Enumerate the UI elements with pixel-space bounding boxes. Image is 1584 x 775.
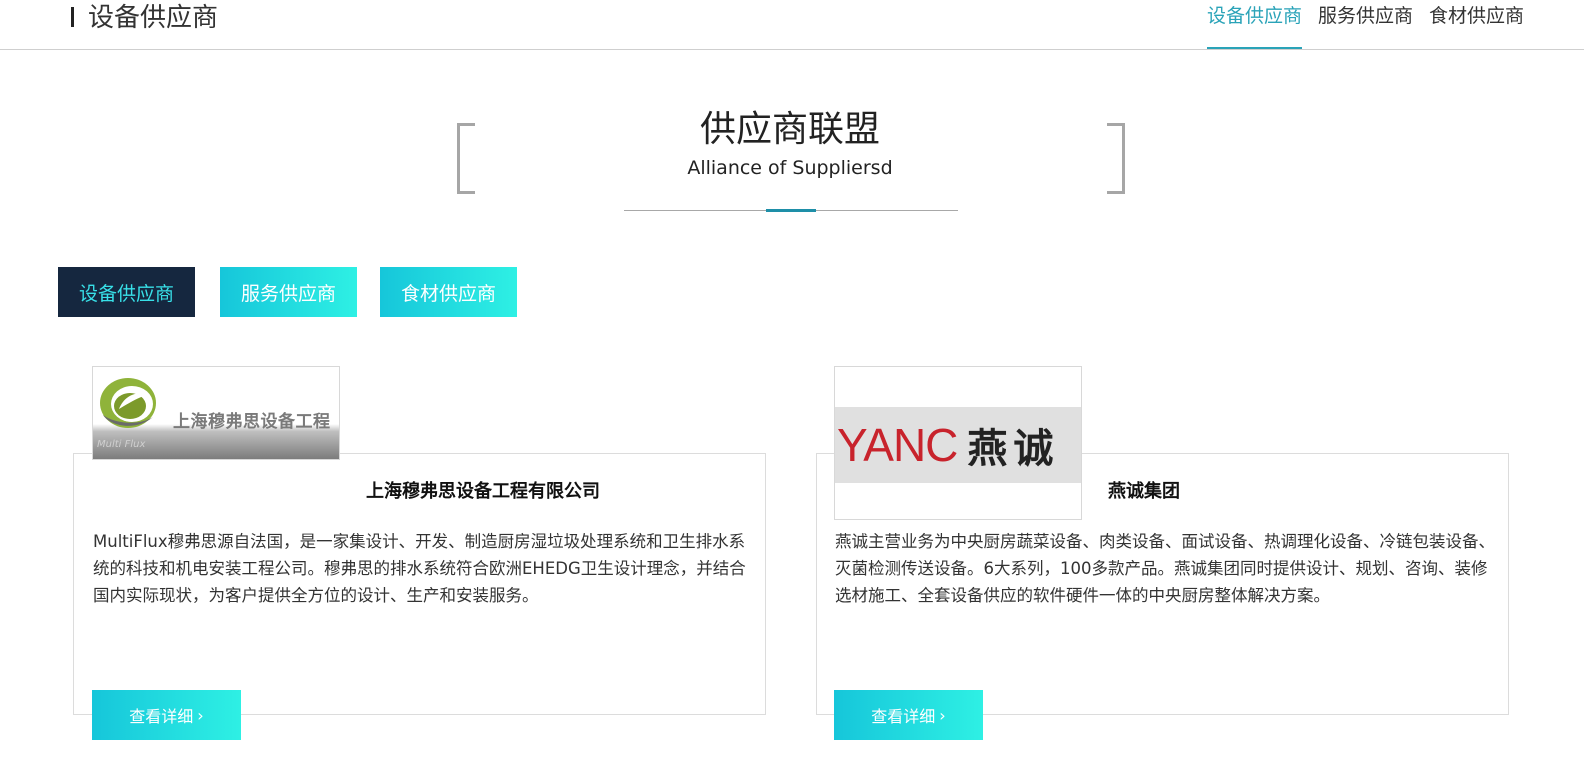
- supplier-name: 上海穆弗思设备工程有限公司: [366, 481, 600, 502]
- tab-equipment[interactable]: 设备供应商: [58, 267, 195, 317]
- button-label: 查看详细: [129, 707, 194, 726]
- left-bracket: [457, 123, 475, 194]
- view-details-button[interactable]: 查看详细 ›: [834, 690, 983, 740]
- supplier-logo[interactable]: 上海穆弗思设备工程 Multi Flux: [92, 366, 340, 460]
- logo-band: YANC 燕诚: [835, 407, 1081, 483]
- top-nav: 设备供应商 服务供应商 食材供应商: [1191, 0, 1524, 50]
- section-subtitle: Alliance of Suppliersd: [687, 157, 893, 179]
- button-label: 查看详细: [871, 707, 936, 726]
- chevron-right-icon: ›: [197, 705, 204, 725]
- supplier-name: 燕诚集团: [1108, 481, 1180, 502]
- nav-item-food[interactable]: 食材供应商: [1429, 0, 1524, 49]
- tab-service[interactable]: 服务供应商: [220, 267, 357, 317]
- section-divider-accent: [766, 209, 816, 212]
- tab-food[interactable]: 食材供应商: [380, 267, 517, 317]
- right-bracket: [1107, 123, 1125, 194]
- view-details-button[interactable]: 查看详细 ›: [92, 690, 241, 740]
- leaf-swirl-icon: [100, 378, 156, 428]
- title-marker: [71, 7, 74, 27]
- logo-company-text: 上海穆弗思设备工程: [173, 412, 331, 432]
- supplier-description: MultiFlux穆弗思源自法国，是一家集设计、开发、制造厨房湿垃圾处理系统和卫…: [93, 532, 746, 605]
- logo-chinese-text: 燕诚: [967, 426, 1060, 472]
- chevron-right-icon: ›: [939, 705, 946, 725]
- page-title: 设备供应商: [88, 3, 219, 33]
- top-bar: 设备供应商 设备供应商 服务供应商 食材供应商: [0, 0, 1584, 50]
- supplier-logo[interactable]: YANC 燕诚: [834, 366, 1082, 520]
- nav-item-service[interactable]: 服务供应商: [1318, 0, 1413, 49]
- logo-english-text: YANC: [837, 419, 958, 471]
- section-title: 供应商联盟: [699, 109, 880, 150]
- supplier-description: 燕诚主营业务为中央厨房蔬菜设备、肉类设备、面试设备、热调理化设备、冷链包装设备、…: [835, 532, 1495, 605]
- nav-item-equipment[interactable]: 设备供应商: [1206, 0, 1302, 49]
- logo-small-text: Multi Flux: [97, 439, 146, 450]
